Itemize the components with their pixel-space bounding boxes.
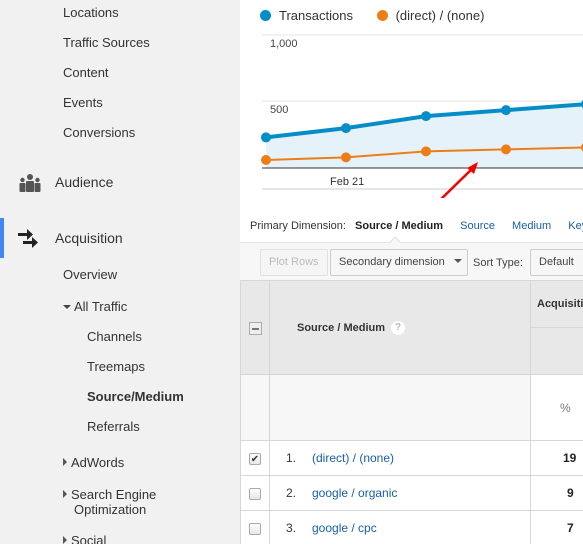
legend-item-transactions[interactable]: Transactions	[260, 8, 357, 23]
summary-metric: %	[530, 374, 583, 441]
dropdown-arrow-icon	[453, 259, 462, 263]
sidebar-item-traffic-sources[interactable]: Traffic Sources	[63, 35, 150, 50]
dimension-option-medium[interactable]: Medium	[512, 220, 551, 232]
group-header-acquisition: Acquisiti	[530, 280, 583, 328]
row-number: 1.	[286, 451, 297, 465]
help-icon[interactable]: ?	[391, 320, 406, 335]
row-number: 3.	[286, 521, 297, 535]
sidebar-item-source-medium[interactable]: Source/Medium	[87, 389, 184, 404]
summary-row: %	[240, 374, 583, 441]
sidebar-item-locations[interactable]: Locations	[63, 5, 119, 20]
row-value: 7	[530, 510, 583, 544]
row-checkbox[interactable]	[249, 522, 261, 535]
dropdown-label: Secondary dimension	[339, 256, 445, 268]
sidebar-item-label: All Traffic	[74, 299, 128, 314]
sort-type-dropdown[interactable]: Default	[530, 249, 583, 276]
data-point[interactable]	[261, 132, 271, 143]
sidebar-item-conversions[interactable]: Conversions	[63, 125, 135, 140]
sidebar: Locations Traffic Sources Content Events…	[0, 0, 240, 544]
sidebar-section-label: Audience	[55, 174, 114, 190]
legend-item-direct-none[interactable]: (direct) / (none)	[376, 8, 485, 23]
table-row: ✔ 1. (direct) / (none) 19	[240, 440, 583, 476]
sidebar-item-content[interactable]: Content	[63, 65, 109, 80]
legend-dot	[260, 10, 271, 21]
secondary-dimension-dropdown[interactable]: Secondary dimension	[330, 249, 468, 276]
sidebar-item-label: Social	[71, 533, 107, 544]
table-row: 3. google / cpc 7	[240, 510, 583, 544]
primary-dimension-bar: Primary Dimension: Source / Medium Sourc…	[250, 220, 583, 232]
sidebar-item-label: AdWords	[71, 455, 125, 470]
caret-right-icon	[63, 490, 67, 498]
table-header-row: Source / Medium? Acquisiti	[240, 280, 583, 375]
acquisition-arrows-icon	[18, 228, 42, 248]
row-value: 9	[530, 475, 583, 511]
select-all-cell	[240, 280, 270, 375]
caret-right-icon	[63, 536, 67, 544]
people-icon	[18, 173, 42, 193]
sidebar-item-channels[interactable]: Channels	[87, 329, 142, 344]
primary-dimension-current: Source / Medium	[355, 220, 444, 232]
x-tick-label: Feb 21	[330, 176, 364, 188]
dimension-header-label: Source / Medium	[297, 321, 386, 334]
row-link[interactable]: google / organic	[312, 486, 397, 500]
plot-rows-button[interactable]: Plot Rows	[260, 249, 328, 276]
sidebar-item-label-line2: Optimization	[74, 502, 147, 517]
data-point[interactable]	[341, 123, 351, 134]
data-point[interactable]	[421, 146, 431, 157]
sidebar-item-all-traffic[interactable]: All Traffic	[63, 299, 127, 314]
caret-down-icon	[63, 305, 71, 309]
data-table: Source / Medium? Acquisiti Sess % ✔ 1. (d…	[240, 280, 583, 544]
line-chart: 1,000 500 Feb 21	[261, 34, 583, 198]
collapse-all-checkbox[interactable]	[248, 321, 262, 335]
sort-type-label: Sort Type:	[473, 257, 523, 269]
dimension-header[interactable]: Source / Medium?	[269, 280, 531, 375]
data-point[interactable]	[421, 111, 431, 122]
active-indicator	[0, 218, 4, 258]
metric-header-sessions[interactable]: Sess	[530, 327, 583, 375]
sidebar-item-label: Search Engine	[71, 487, 157, 502]
legend-dot	[376, 10, 388, 21]
dimension-option-source[interactable]: Source	[460, 220, 495, 232]
legend-label: (direct) / (none)	[395, 8, 485, 23]
sidebar-item-seo[interactable]: Search Engine Optimization	[63, 487, 156, 517]
main-content: Transactions (direct) / (none) 1,000 500…	[240, 0, 583, 544]
sidebar-item-social[interactable]: Social	[63, 533, 106, 544]
data-point[interactable]	[501, 144, 511, 155]
sidebar-item-events[interactable]: Events	[63, 95, 103, 110]
row-link[interactable]: (direct) / (none)	[312, 451, 394, 465]
data-point[interactable]	[261, 155, 271, 166]
sidebar-item-overview[interactable]: Overview	[63, 267, 117, 282]
y-tick-label: 500	[270, 104, 288, 116]
dropdown-label: Default	[539, 256, 574, 268]
row-number: 2.	[286, 486, 297, 500]
data-point[interactable]	[341, 152, 351, 163]
primary-dimension-label: Primary Dimension:	[250, 220, 346, 232]
chart-legend: Transactions (direct) / (none)	[260, 8, 504, 23]
sidebar-item-treemaps[interactable]: Treemaps	[87, 359, 145, 374]
legend-label: Transactions	[279, 8, 353, 23]
table-row: 2. google / organic 9	[240, 475, 583, 511]
sidebar-section-acquisition[interactable]: Acquisition	[0, 218, 240, 258]
annotation-arrow	[440, 165, 476, 198]
row-checkbox[interactable]: ✔	[249, 452, 261, 465]
y-tick-label: 1,000	[270, 38, 298, 50]
sidebar-section-audience[interactable]: Audience	[0, 162, 240, 202]
row-value: 19	[530, 440, 583, 476]
row-checkbox[interactable]	[249, 487, 261, 500]
sidebar-item-referrals[interactable]: Referrals	[87, 419, 140, 434]
sidebar-section-label: Acquisition	[55, 230, 123, 246]
caret-right-icon	[63, 458, 67, 466]
dimension-option-keyword[interactable]: Keyw	[568, 220, 583, 232]
data-point[interactable]	[501, 105, 511, 116]
row-link[interactable]: google / cpc	[312, 521, 377, 535]
sidebar-item-adwords[interactable]: AdWords	[63, 455, 124, 470]
table-toolbar: Plot Rows Secondary dimension Sort Type:…	[240, 242, 583, 280]
